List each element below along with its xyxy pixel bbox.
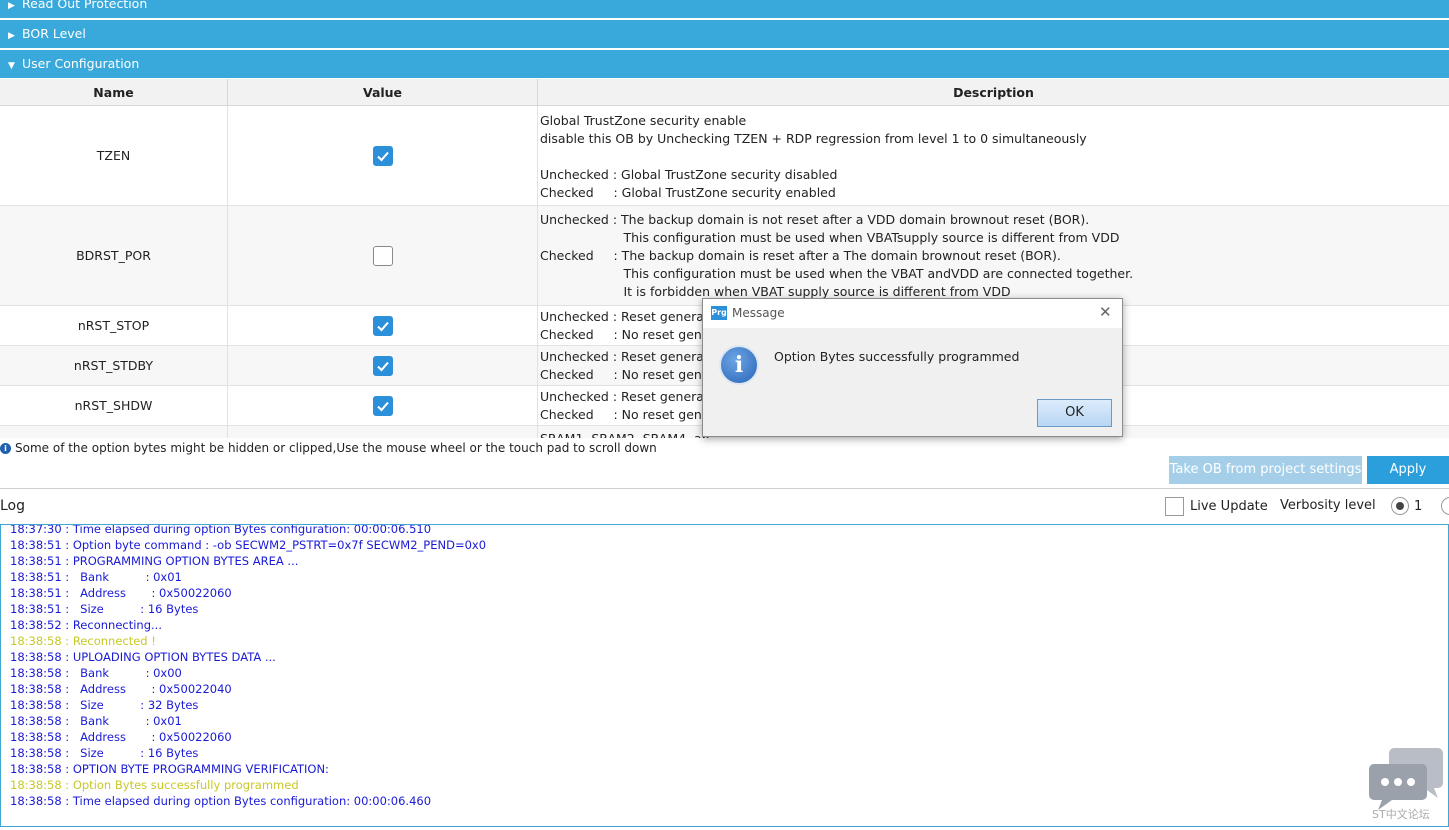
scroll-hint: i Some of the option bytes might be hidde…	[0, 438, 657, 458]
log-line: 18:38:58 : Size : 32 Bytes	[10, 698, 199, 712]
option-name: nRST_STDBY	[0, 346, 228, 385]
message-dialog: Prg Message ✕ i Option Bytes successfull…	[702, 298, 1123, 437]
verbosity-radio-label: 1	[1414, 499, 1423, 514]
info-icon: i	[719, 345, 759, 385]
expand-arrow-icon: ▶	[8, 31, 15, 41]
log-line: 18:38:51 : Option byte command : -ob SEC…	[10, 538, 487, 552]
live-update-label: Live Update	[1190, 499, 1268, 514]
log-panel[interactable]: 18:37:30 : Time elapsed during option By…	[0, 524, 1449, 827]
verbosity-label: Verbosity level	[1280, 498, 1376, 513]
tzen-checkbox[interactable]	[372, 145, 393, 166]
live-update-checkbox[interactable]	[1165, 497, 1184, 516]
take-ob-from-project-button[interactable]: Take OB from project settings	[1169, 456, 1362, 484]
info-icon: i	[0, 443, 11, 454]
checkmark-icon	[376, 151, 389, 161]
section-label: BOR Level	[22, 26, 86, 41]
option-name: nRST_SHDW	[0, 386, 228, 425]
table-row: BDRST_POR Unchecked : The backup domain …	[0, 206, 1449, 306]
nrst-stdby-checkbox[interactable]	[372, 355, 393, 376]
verbosity-radio-2[interactable]	[1441, 497, 1449, 515]
log-line: 18:38:58 : Bank : 0x00	[10, 666, 182, 680]
expand-arrow-icon: ▶	[8, 1, 15, 11]
column-header-name[interactable]: Name	[0, 79, 228, 106]
log-line: 18:37:30 : Time elapsed during option By…	[10, 524, 432, 536]
dialog-title-bar: Prg Message ✕	[703, 299, 1122, 328]
option-name: nRST_STOP	[0, 306, 228, 345]
collapse-arrow-icon: ▼	[8, 61, 15, 71]
option-name: TZEN	[0, 106, 228, 205]
log-line: 18:38:58 : OPTION BYTE PROGRAMMING VERIF…	[10, 762, 329, 776]
log-line: 18:38:58 : Size : 16 Bytes	[10, 746, 199, 760]
section-label: User Configuration	[22, 56, 140, 71]
app-icon: Prg	[711, 306, 727, 320]
section-read-out-protection[interactable]: ▶ Read Out Protection	[0, 0, 1449, 18]
ok-button[interactable]: OK	[1037, 399, 1112, 427]
section-label: Read Out Protection	[22, 0, 148, 11]
section-user-configuration[interactable]: ▼ User Configuration	[0, 50, 1449, 78]
bdrst-por-checkbox[interactable]	[372, 245, 393, 266]
stm32cubeprogrammer-ob-view: ▶ Read Out Protection ▶ BOR Level ▼ User Co…	[0, 0, 1449, 830]
log-line: 18:38:58 : Option Bytes successfully pro…	[10, 778, 299, 792]
section-bor-level[interactable]: ▶ BOR Level	[0, 20, 1449, 48]
checkmark-icon	[376, 401, 389, 411]
nrst-stop-checkbox[interactable]	[372, 315, 393, 336]
checkmark-icon	[376, 361, 389, 371]
table-header: Name Value Description	[0, 79, 1449, 106]
log-line: 18:38:58 : Address : 0x50022040	[10, 682, 232, 696]
checkmark-icon	[376, 321, 389, 331]
log-toolbar: Log Live Update Verbosity level 1	[0, 488, 1449, 524]
log-line: 18:38:58 : Time elapsed during option By…	[10, 794, 432, 808]
log-line: 18:38:52 : Reconnecting...	[10, 618, 162, 632]
log-line: 18:38:58 : Address : 0x50022060	[10, 730, 232, 744]
option-name: BDRST_POR	[0, 206, 228, 305]
dialog-title: Message	[732, 306, 785, 320]
dialog-message: Option Bytes successfully programmed	[774, 349, 1020, 364]
apply-button[interactable]: Apply	[1367, 456, 1449, 484]
log-line: 18:38:51 : Bank : 0x01	[10, 570, 182, 584]
log-title: Log	[0, 498, 26, 514]
close-icon[interactable]: ✕	[1099, 303, 1112, 321]
watermark-text: ST中文论坛	[1372, 808, 1430, 821]
log-line: 18:38:58 : Reconnected !	[10, 634, 156, 648]
log-line: 18:38:51 : Address : 0x50022060	[10, 586, 232, 600]
column-header-value[interactable]: Value	[228, 79, 538, 106]
option-name	[0, 426, 228, 438]
log-line: 18:38:51 : Size : 16 Bytes	[10, 602, 199, 616]
option-description: Global TrustZone security enable disable…	[540, 113, 1087, 200]
verbosity-radio-1[interactable]	[1391, 497, 1409, 515]
nrst-shdw-checkbox[interactable]	[372, 395, 393, 416]
column-header-description[interactable]: Description	[538, 79, 1449, 106]
log-line: 18:38:51 : PROGRAMMING OPTION BYTES AREA…	[10, 554, 299, 568]
log-line: 18:38:58 : Bank : 0x01	[10, 714, 182, 728]
option-description: Unchecked : The backup domain is not res…	[540, 212, 1134, 299]
table-row: TZEN Global TrustZone security enable di…	[0, 106, 1449, 206]
scroll-hint-text: Some of the option bytes might be hidden…	[15, 441, 657, 455]
log-line: 18:38:58 : UPLOADING OPTION BYTES DATA .…	[10, 650, 276, 664]
